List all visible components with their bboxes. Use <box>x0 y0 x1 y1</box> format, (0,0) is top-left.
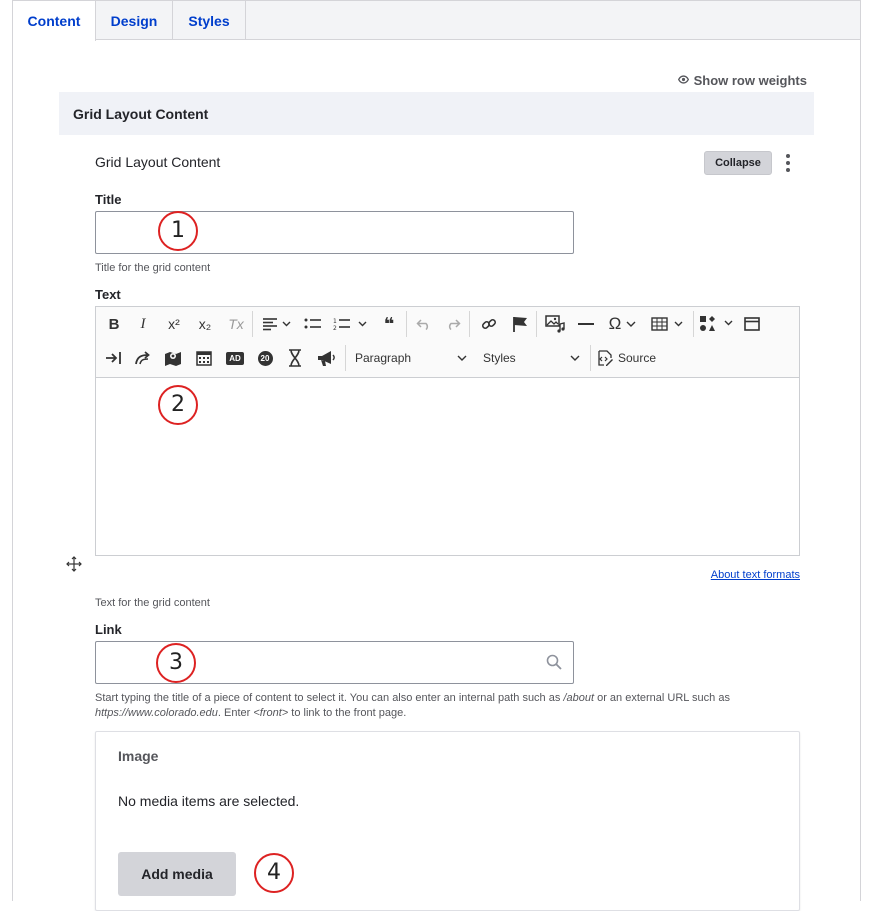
title-description: Title for the grid content <box>95 262 211 274</box>
chevron-down-icon <box>457 355 467 361</box>
chevron-down-icon <box>570 355 580 361</box>
shortcut-icon[interactable] <box>130 345 156 371</box>
drag-handle-icon[interactable] <box>66 556 82 572</box>
toolbar-separator <box>469 311 470 337</box>
numbered-list-icon[interactable]: 12 <box>330 311 370 337</box>
tab-content[interactable]: Content <box>13 1 96 41</box>
table-icon[interactable] <box>648 311 688 337</box>
source-button[interactable]: Source <box>596 345 660 371</box>
toolbar-separator <box>406 311 407 337</box>
no-media-message: No media items are selected. <box>118 793 300 809</box>
callout-marker-3: 3 <box>156 643 196 683</box>
image-media-field: Image No media items are selected. Add m… <box>95 731 800 911</box>
omega-glyph: Ω <box>608 314 622 333</box>
tab-styles[interactable]: Styles <box>173 1 246 40</box>
ad-icon[interactable]: AD <box>222 345 248 371</box>
callout-marker-2: 2 <box>158 385 198 425</box>
horizontal-line-icon[interactable] <box>573 311 599 337</box>
link-description: Start typing the title of a piece of con… <box>95 692 730 719</box>
image-label: Image <box>118 748 159 764</box>
editor-toolbar: B I x² x₂ Tx 12 ❝ Ω AD 20 Paragraph Styl… <box>96 307 799 378</box>
link-label: Link <box>95 622 122 637</box>
superscript-icon[interactable]: x² <box>161 311 187 337</box>
align-icon[interactable] <box>258 311 296 337</box>
source-icon <box>598 350 613 366</box>
add-media-button[interactable]: Add media <box>118 852 236 896</box>
paragraph-type-label: Grid Layout Content <box>95 154 221 170</box>
countdown-icon[interactable]: 20 <box>252 345 278 371</box>
search-icon <box>546 654 562 675</box>
eye-icon <box>677 73 689 88</box>
remove-format-icon[interactable]: Tx <box>223 311 249 337</box>
tab-design[interactable]: Design <box>96 1 173 40</box>
undo-icon[interactable] <box>411 311 437 337</box>
bulleted-list-icon[interactable] <box>300 311 326 337</box>
subscript-icon[interactable]: x₂ <box>192 311 218 337</box>
section-header: Grid Layout Content <box>59 92 814 135</box>
icon-picker-icon[interactable] <box>697 311 737 337</box>
special-characters-icon[interactable]: Ω <box>603 311 643 337</box>
calendar-icon[interactable] <box>191 345 217 371</box>
callout-marker-4: 4 <box>254 853 294 893</box>
title-label: Title <box>95 192 122 207</box>
callout-marker-1: 1 <box>158 211 198 251</box>
button-link-icon[interactable] <box>101 345 127 371</box>
toolbar-separator <box>345 345 346 371</box>
collapse-button[interactable]: Collapse <box>704 151 772 175</box>
show-row-weights-toggle[interactable]: Show row weights <box>677 73 807 88</box>
svg-text:2: 2 <box>333 325 337 331</box>
link-icon[interactable] <box>476 311 502 337</box>
fullscreen-box-icon[interactable] <box>739 311 765 337</box>
paragraph-format-dropdown[interactable]: Paragraph <box>355 345 467 371</box>
styles-value: Styles <box>483 351 516 365</box>
show-row-weights-label: Show row weights <box>693 73 807 88</box>
toolbar-separator <box>536 311 537 337</box>
paragraph-format-value: Paragraph <box>355 351 412 365</box>
redo-icon[interactable] <box>440 311 466 337</box>
hourglass-icon[interactable] <box>282 345 308 371</box>
bold-icon[interactable]: B <box>101 311 127 337</box>
blockquote-icon[interactable]: ❝ <box>376 311 402 337</box>
text-description: Text for the grid content <box>95 597 210 609</box>
announcement-icon[interactable] <box>313 345 339 371</box>
anchor-flag-icon[interactable] <box>507 311 533 337</box>
italic-icon[interactable]: I <box>130 311 156 337</box>
countdown-glyph: 20 <box>257 350 273 366</box>
toolbar-separator <box>590 345 591 371</box>
text-label: Text <box>95 287 121 302</box>
source-label: Source <box>618 351 657 365</box>
styles-dropdown[interactable]: Styles <box>483 345 580 371</box>
tab-bar: Content Design Styles <box>12 0 861 41</box>
insert-image-icon[interactable] <box>542 311 568 337</box>
more-actions-icon[interactable] <box>783 152 793 174</box>
about-text-formats-link[interactable]: About text formats <box>711 569 800 581</box>
ad-glyph: AD <box>226 351 244 365</box>
toolbar-separator <box>693 311 694 337</box>
rich-text-editor: B I x² x₂ Tx 12 ❝ Ω AD 20 Paragraph Styl… <box>95 306 800 556</box>
svg-text:1: 1 <box>333 318 337 325</box>
toolbar-separator <box>252 311 253 337</box>
map-icon[interactable] <box>160 345 186 371</box>
editor-content-area[interactable] <box>96 377 799 555</box>
